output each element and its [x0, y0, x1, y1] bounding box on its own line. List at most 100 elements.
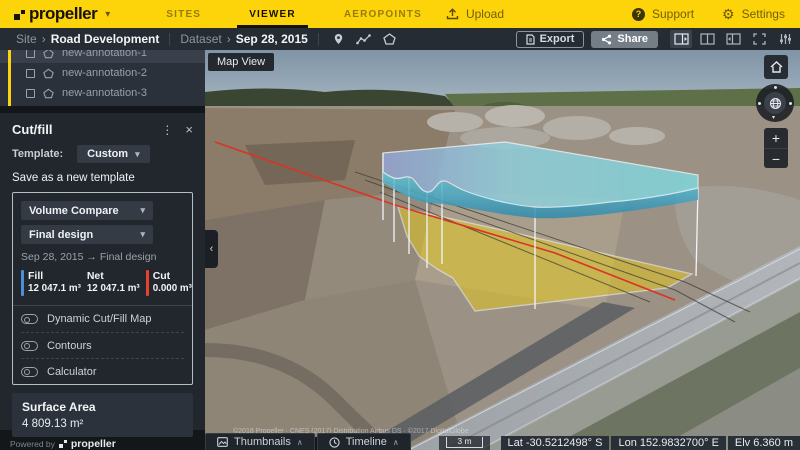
annotation-list: new-annotation-1 new-annotation-2 new-an…: [0, 50, 205, 106]
annotation-row-1[interactable]: new-annotation-1: [0, 50, 205, 63]
polygon-tool-icon[interactable]: [383, 33, 396, 45]
contours-toggle[interactable]: Contours: [21, 332, 184, 358]
annotation-label[interactable]: new-annotation-2: [62, 67, 147, 79]
app-window: propeller ▾ SITES VIEWER AEROPOINTS Uplo…: [0, 0, 800, 450]
annotation-row-3[interactable]: new-annotation-3: [0, 83, 205, 103]
globe-button[interactable]: [764, 92, 786, 114]
bottom-tabs: Thumbnails ∧ Timeline ∧: [205, 433, 411, 450]
annotation-label[interactable]: new-annotation-1: [62, 50, 147, 59]
panel-left-layout-icon[interactable]: [722, 30, 744, 48]
share-icon: [602, 34, 612, 44]
compass-south-mark: ▾: [772, 115, 776, 121]
tab-sites[interactable]: SITES: [142, 0, 225, 28]
save-template-link[interactable]: Save as a new template: [12, 172, 193, 184]
scale-value: 3 m: [446, 437, 483, 448]
toggle-icon[interactable]: [21, 314, 38, 324]
primary-tabs: SITES VIEWER AEROPOINTS: [142, 0, 446, 28]
checkbox-icon[interactable]: [26, 88, 35, 98]
compass-dot: [773, 86, 777, 89]
calculator-toggle[interactable]: Calculator: [21, 358, 184, 384]
annotation-label[interactable]: new-annotation-3: [62, 87, 147, 99]
export-button[interactable]: Export: [515, 30, 585, 48]
zoom-controls: + −: [764, 128, 788, 168]
toolbar-divider: [317, 32, 319, 46]
map-3d-scene[interactable]: [205, 50, 800, 450]
fill-value: 12 047.1 m³: [28, 283, 81, 294]
zoom-out-button[interactable]: −: [764, 148, 788, 168]
template-dropdown[interactable]: Custom ▾: [77, 145, 150, 163]
surface-area-value: 4 809.13 m²: [22, 418, 84, 430]
fill-label: Fill: [28, 270, 44, 282]
cutfill-panel: Cut/fill ⋮ × Template: Custom ▾ Save as …: [0, 113, 205, 450]
volume-compare-dropdown[interactable]: Volume Compare ▾: [21, 201, 153, 220]
home-icon: [770, 61, 782, 73]
toggle-label: Dynamic Cut/Fill Map: [47, 313, 152, 325]
toggle-label: Contours: [47, 339, 92, 352]
compass-dot: [789, 101, 792, 105]
breadcrumb-dataset[interactable]: Dataset › Sep 28, 2015: [180, 32, 307, 46]
upload-icon: [446, 8, 459, 20]
sidebar-collapse-handle[interactable]: ‹: [205, 230, 218, 268]
globe-icon: [769, 97, 781, 109]
surface-area-label: Surface Area: [22, 400, 96, 414]
dataset-indicator-stripe: [8, 50, 11, 106]
location-pin-icon[interactable]: [333, 33, 344, 45]
split-view-layout-icon[interactable]: [696, 30, 718, 48]
panel-right-layout-icon[interactable]: [670, 30, 692, 48]
compass-orbit-control[interactable]: ▾: [756, 84, 794, 122]
close-icon[interactable]: ×: [179, 122, 193, 137]
home-view-button[interactable]: [764, 55, 788, 79]
timeline-tab[interactable]: Timeline ∧: [316, 433, 411, 450]
latitude-readout: Lat -30.5212498° S: [500, 436, 610, 450]
toggle-icon[interactable]: [21, 366, 38, 377]
map-viewport[interactable]: Map View ‹ ▾ + − ©2018 Propeller · CNES …: [205, 50, 800, 450]
map-view-tab[interactable]: Map View: [208, 53, 275, 71]
fill-stat: Fill 12 047.1 m³: [21, 270, 81, 296]
gear-icon: ⚙: [722, 6, 735, 22]
polygon-annotation-icon: [43, 68, 54, 78]
share-button[interactable]: Share: [591, 30, 658, 48]
powered-by-label: Powered by: [10, 438, 55, 449]
cutfill-stats: Fill 12 047.1 m³ Net 12 047.1 m³ Cut 0.0…: [21, 270, 192, 296]
template-label: Template:: [12, 148, 64, 160]
zoom-in-button[interactable]: +: [764, 128, 788, 148]
propeller-logo[interactable]: propeller ▾: [14, 4, 110, 24]
toggle-icon[interactable]: [21, 340, 38, 351]
design-surface-dropdown[interactable]: Final design ▾: [21, 225, 153, 244]
sliders-icon[interactable]: [774, 30, 796, 48]
panel-gap: [0, 106, 205, 113]
fullscreen-icon[interactable]: [748, 30, 770, 48]
upload-button[interactable]: Upload: [446, 7, 504, 21]
chevron-down-icon[interactable]: ▾: [105, 9, 110, 20]
site-label: Site: [16, 32, 37, 46]
surface-area-card: Surface Area 4 809.13 m²: [12, 393, 193, 437]
tab-viewer[interactable]: VIEWER: [225, 0, 320, 28]
tab-aeropoints[interactable]: AEROPOINTS: [320, 0, 446, 28]
template-value: Custom: [87, 148, 129, 160]
cut-stat: Cut 0.000 m³: [145, 270, 192, 296]
thumbnails-tab[interactable]: Thumbnails ∧: [205, 433, 315, 450]
checkbox-icon[interactable]: [26, 68, 35, 78]
breadcrumb-site[interactable]: Site › Road Development: [16, 32, 159, 46]
dynamic-cutfill-map-toggle[interactable]: Dynamic Cut/Fill Map: [21, 306, 184, 332]
support-button[interactable]: ? Support: [632, 7, 694, 21]
chevron-down-icon: ▾: [135, 148, 140, 159]
viewer-toolbar: Site › Road Development Dataset › Sep 28…: [0, 28, 800, 50]
breadcrumb-separator: ›: [41, 32, 46, 46]
top-nav: propeller ▾ SITES VIEWER AEROPOINTS Uplo…: [0, 0, 800, 28]
settings-button[interactable]: ⚙ Settings: [722, 7, 785, 21]
design-surface-value: Final design: [29, 228, 94, 241]
propeller-logo-text: propeller: [29, 4, 98, 23]
annotation-row-2[interactable]: new-annotation-2: [0, 63, 205, 83]
powered-by: Powered by propeller: [10, 438, 116, 450]
checkbox-icon[interactable]: [26, 50, 35, 58]
chevron-down-icon: ▾: [140, 205, 145, 215]
propeller-logo-icon: [14, 8, 26, 21]
compass-dot: [758, 101, 761, 105]
chevron-left-icon: ‹: [209, 243, 214, 255]
toggle-label: Calculator: [47, 365, 97, 378]
polyline-tool-icon[interactable]: [355, 33, 371, 45]
kebab-menu-icon[interactable]: ⋮: [155, 123, 179, 137]
toolbar-right: Export Share: [515, 30, 800, 48]
status-bar: 3 m Lat -30.5212498° S Lon 152.9832700° …: [439, 436, 800, 450]
